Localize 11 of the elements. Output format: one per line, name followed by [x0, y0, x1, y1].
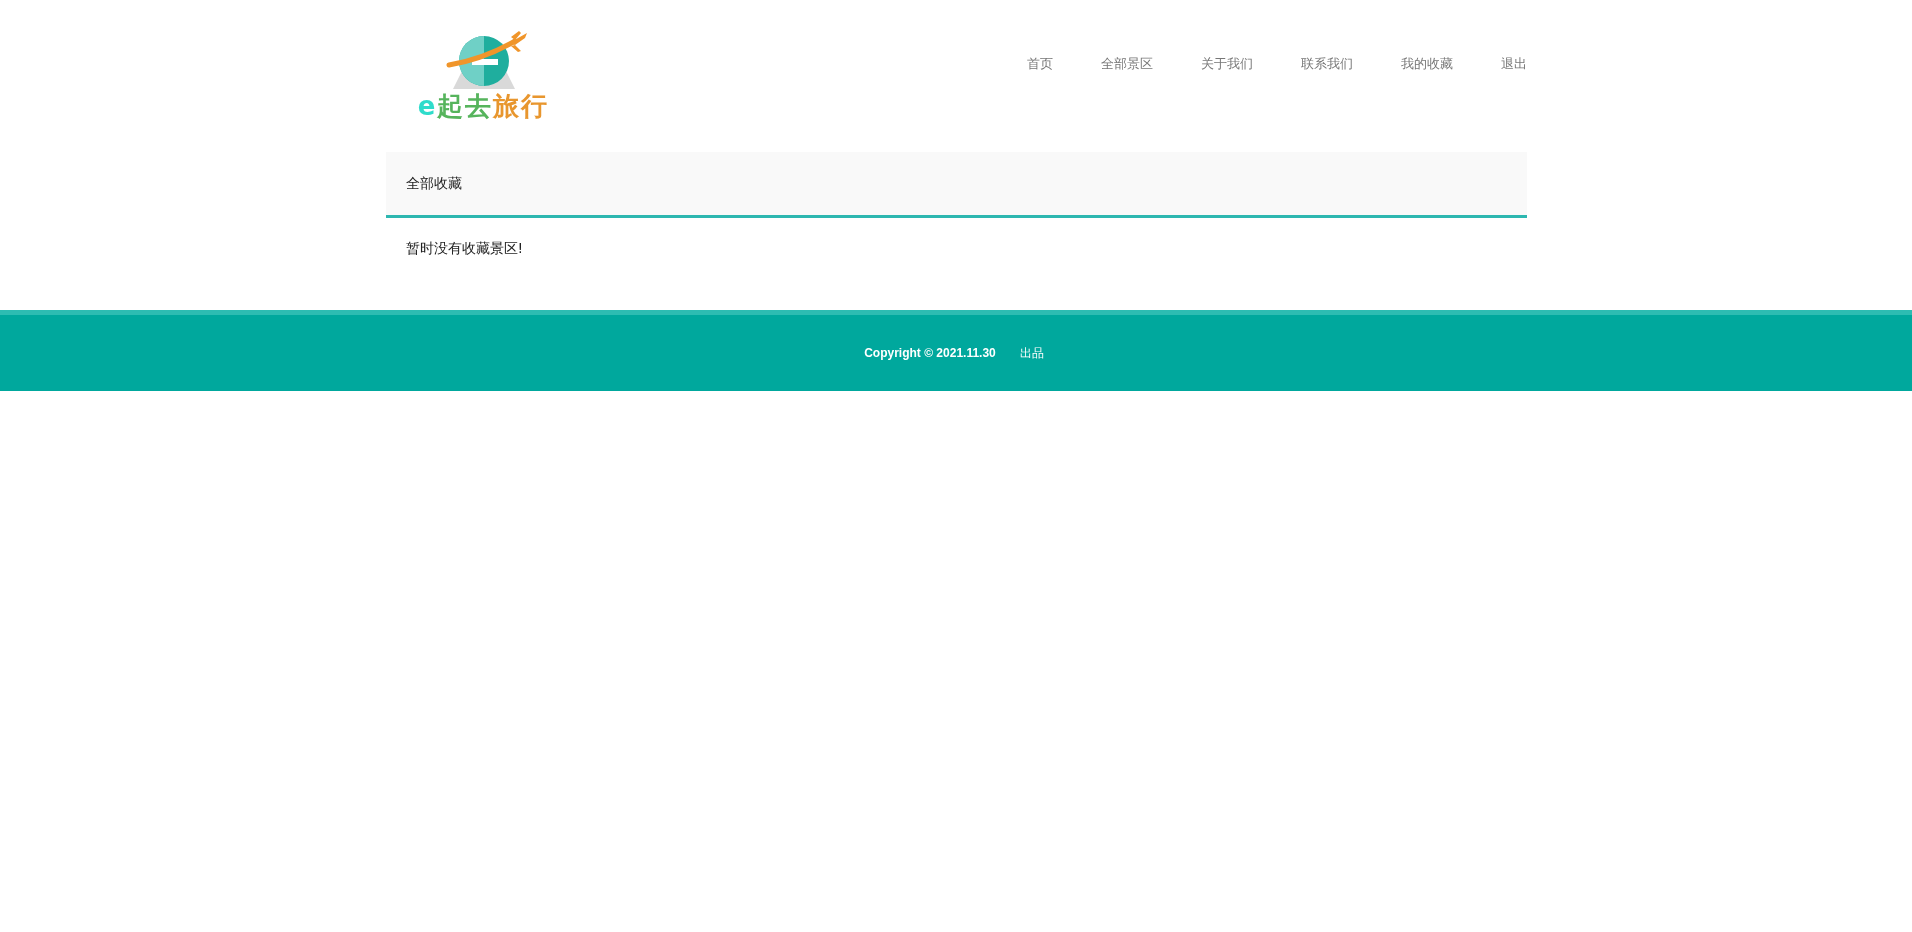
nav-link[interactable]: 我的收藏 [1400, 55, 1453, 73]
empty-message: 暂时没有收藏景区! [404, 239, 525, 258]
nav-link[interactable]: 退出 [1500, 55, 1527, 73]
logo-text: e起去旅行 [417, 91, 550, 121]
nav-link[interactable]: 联系我们 [1300, 55, 1353, 73]
credit-text: 出品 [1019, 344, 1044, 362]
nav-link[interactable]: 首页 [1026, 55, 1053, 73]
nav-link[interactable]: 关于我们 [1200, 55, 1253, 73]
nav-link[interactable]: 全部景区 [1100, 55, 1153, 73]
panel-title: 全部收藏 [405, 174, 462, 193]
copyright-text: Copyright © 2021.11.30 [864, 346, 996, 360]
